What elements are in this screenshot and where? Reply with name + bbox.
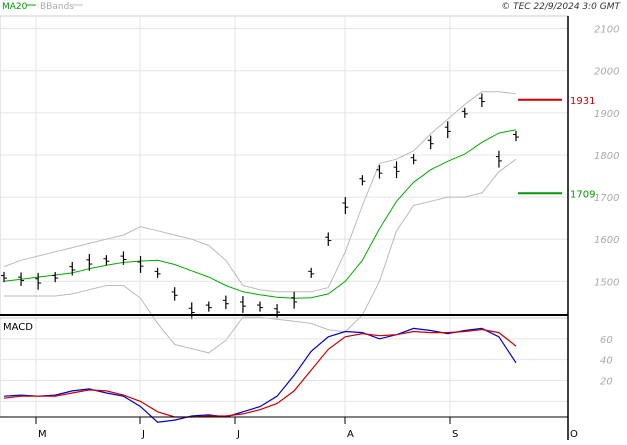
price-axis: 2100 2000 1900 1800 1700 1600 1500 <box>594 25 619 289</box>
ma20-legend: MA20 <box>2 2 28 12</box>
price-tick-label: 1900 <box>594 109 619 120</box>
date-tick-label: A <box>347 429 354 440</box>
stock-chart: MA20 BBands © TEC 22/9/2024 3:0 GMT 2100… <box>0 2 622 440</box>
macd-tick-label: 60 <box>600 335 613 346</box>
macd-series <box>3 327 517 423</box>
bband-upper-line <box>3 91 517 293</box>
macd-panel <box>0 317 569 418</box>
date-tick-label: J <box>236 429 240 440</box>
date-tick-label: S <box>452 429 458 440</box>
date-tick-label: M <box>38 429 47 440</box>
price-tick-label: 1600 <box>594 235 619 246</box>
macd-axis: 60 40 20 <box>600 335 613 388</box>
bband-lower-line <box>4 158 517 354</box>
macd-grid <box>0 338 568 402</box>
price-grid <box>0 16 569 417</box>
date-tick-label: J <box>141 429 145 440</box>
price-tick-label: 1500 <box>594 277 619 288</box>
level-label: 1709 <box>570 189 595 200</box>
source-stamp: © TEC 22/9/2024 3:0 GMT <box>501 2 621 12</box>
signal-line <box>3 328 517 418</box>
macd-title: MACD <box>3 322 33 333</box>
macd-tick-label: 40 <box>600 356 613 367</box>
price-tick-label: 2000 <box>594 67 619 78</box>
macd-tick-label: 20 <box>600 377 613 388</box>
price-series <box>1 91 519 354</box>
macd-line <box>3 327 517 423</box>
bbands-legend: BBands <box>40 2 74 12</box>
price-tick-label: 1700 <box>594 193 619 204</box>
level-markers: 1931 1709 <box>518 96 595 200</box>
price-tick-label: 2100 <box>594 25 619 36</box>
level-label: 1931 <box>570 96 595 107</box>
price-tick-label: 1800 <box>594 151 619 162</box>
date-tick-label: O <box>570 429 578 440</box>
date-axis: MJJASO <box>35 417 578 440</box>
